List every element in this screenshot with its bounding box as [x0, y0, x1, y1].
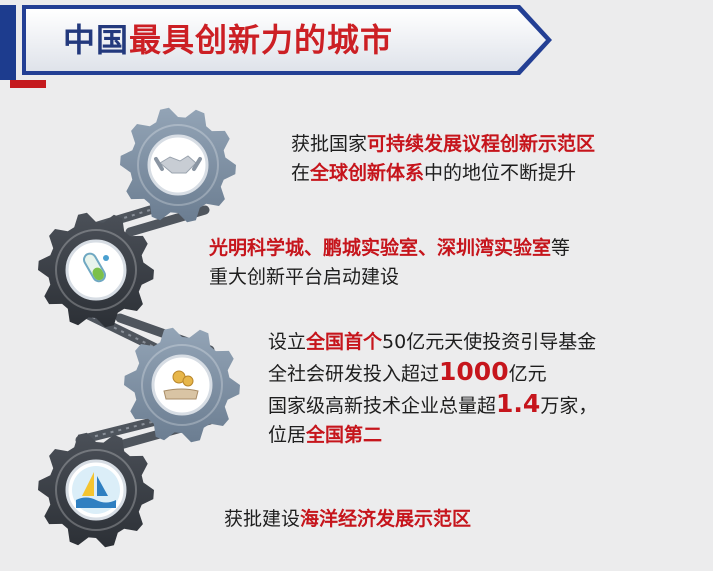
block1-highlight: 全球创新体系: [310, 162, 425, 184]
gear-1: [120, 107, 236, 223]
block1-line1: 获批国家可持续发展议程创新示范区: [291, 130, 595, 159]
text-block-4: 获批建设海洋经济发展示范区: [224, 505, 471, 534]
text-block-1: 获批国家可持续发展议程创新示范区 在全球创新体系中的地位不断提升: [291, 130, 595, 188]
block3-text: 亿元: [508, 363, 547, 385]
block3-highlight: 全国首个: [306, 331, 383, 353]
block4-highlight: 海洋经济发展示范区: [300, 508, 472, 530]
block3-text: 设立: [268, 331, 307, 353]
block2-line1: 光明科学城、鹏城实验室、深圳湾实验室等: [209, 234, 570, 263]
block3-line4: 位居全国第二: [268, 421, 597, 450]
block3-line2: 全社会研发投入超过1000亿元: [268, 357, 597, 389]
block3-line3: 国家级高新技术企业总量超1.4万家，: [268, 389, 597, 421]
block1-text: 在: [291, 162, 311, 184]
block4-line1: 获批建设海洋经济发展示范区: [224, 505, 471, 534]
block4-text: 获批建设: [224, 508, 301, 530]
block3-text: 50亿元天使投资引导基金: [382, 331, 597, 353]
gear-4: [38, 432, 154, 548]
block1-text: 中的地位不断提升: [424, 162, 577, 184]
block3-text: 全社会研发投入超过: [268, 363, 440, 385]
block3-text: 万家，: [540, 395, 598, 417]
text-block-3: 设立全国首个50亿元天使投资引导基金 全社会研发投入超过1000亿元 国家级高新…: [268, 328, 597, 450]
block2-text: 等: [551, 237, 571, 259]
block1-line2: 在全球创新体系中的地位不断提升: [291, 159, 595, 188]
sailboat-icon: [72, 466, 120, 514]
block2-highlight: 光明科学城、鹏城实验室、深圳湾实验室: [209, 237, 552, 259]
block3-big-number: 1.4: [496, 389, 541, 418]
block3-text: 位居: [268, 424, 307, 446]
block3-highlight: 全国第二: [306, 424, 383, 446]
block3-line1: 设立全国首个50亿元天使投资引导基金: [268, 328, 597, 357]
block1-text: 获批国家: [291, 133, 368, 155]
block1-highlight: 可持续发展议程创新示范区: [367, 133, 596, 155]
block2-line2: 重大创新平台启动建设: [209, 263, 570, 292]
block3-text: 国家级高新技术企业总量超: [268, 395, 497, 417]
block2-text: 重大创新平台启动建设: [209, 266, 400, 288]
text-block-2: 光明科学城、鹏城实验室、深圳湾实验室等 重大创新平台启动建设: [209, 234, 570, 292]
block3-big-number: 1000: [439, 357, 509, 386]
